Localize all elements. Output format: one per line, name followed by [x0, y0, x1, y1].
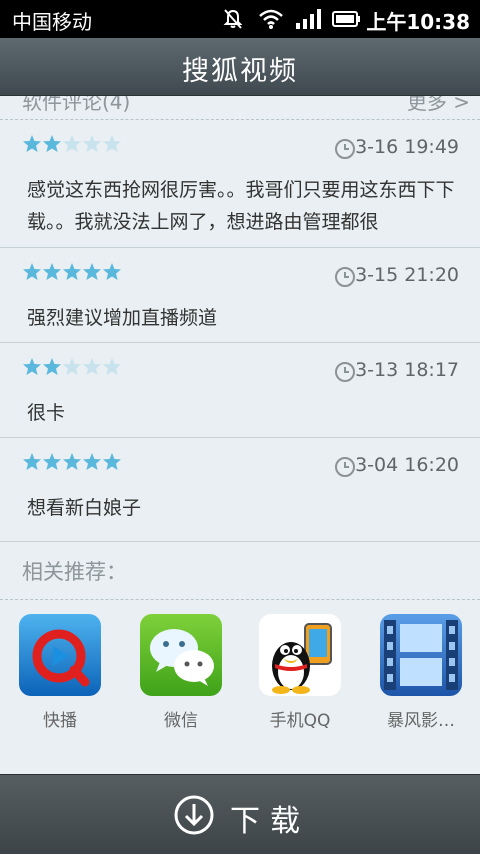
star-empty-icon: [83, 135, 101, 152]
clock-icon: [335, 457, 355, 477]
more-reviews-link[interactable]: 更多 >: [407, 96, 470, 115]
star-filled-icon: [43, 453, 61, 470]
star-rating: [22, 452, 122, 474]
download-label: 下载: [230, 804, 310, 839]
review-text: 强烈建议增加直播频道: [27, 307, 218, 329]
signal-icon: [296, 9, 321, 29]
review-date: 3-04 16:20: [355, 454, 459, 476]
recommended-apps: 快播 微信 手机QQ 暴风影…: [0, 614, 480, 734]
carrier-label: 中国移动: [12, 10, 92, 34]
wifi-icon: [259, 9, 283, 29]
star-empty-icon: [83, 358, 101, 375]
qvod-icon: [19, 614, 101, 696]
wechat-icon: [140, 614, 222, 696]
app-name: 暴风影…: [387, 711, 455, 731]
recommended-app-wechat[interactable]: 微信: [140, 614, 222, 731]
star-filled-icon: [43, 135, 61, 152]
app-name: 快播: [43, 711, 77, 731]
review-date: 3-16 19:49: [355, 136, 459, 158]
star-filled-icon: [83, 263, 101, 280]
baofeng-icon: [380, 614, 462, 696]
star-rating: [22, 262, 122, 284]
title-bar: 搜狐视频: [0, 38, 480, 96]
clock-icon: [335, 139, 355, 159]
star-filled-icon: [103, 453, 121, 470]
star-rating: [22, 134, 122, 156]
status-bar: 中国移动 上午10:38: [0, 0, 480, 38]
star-filled-icon: [43, 263, 61, 280]
star-filled-icon: [23, 135, 41, 152]
review-text: 想看新白娘子: [27, 497, 142, 519]
download-button[interactable]: 下载: [172, 793, 312, 839]
notifications-muted-icon: [223, 9, 243, 29]
clock-time: 上午10:38: [366, 10, 470, 34]
star-empty-icon: [103, 358, 121, 375]
review-date: 3-13 18:17: [355, 359, 459, 381]
star-filled-icon: [63, 263, 81, 280]
recommended-app-baofeng[interactable]: 暴风影…: [380, 614, 462, 731]
download-icon: [174, 795, 214, 835]
reviews-section-label: 软件评论(4): [22, 96, 131, 114]
clock-icon: [335, 267, 355, 287]
star-filled-icon: [43, 358, 61, 375]
star-filled-icon: [63, 453, 81, 470]
review-item: 3-13 18:17 很卡: [0, 343, 480, 438]
recommend-header: 相关推荐：: [0, 542, 480, 600]
recommended-app-qvod[interactable]: 快播: [19, 614, 101, 731]
star-rating: [22, 357, 122, 379]
review-text: 感觉这东西抢网很厉害。。我哥们只要用这东西下下载。。我就没法上网了，想进路由管理…: [27, 179, 455, 233]
recommend-label: 相关推荐：: [22, 560, 127, 584]
review-item: 3-16 19:49 感觉这东西抢网很厉害。。我哥们只要用这东西下下载。。我就没…: [0, 120, 480, 248]
star-empty-icon: [63, 135, 81, 152]
review-date: 3-15 21:20: [355, 264, 459, 286]
review-text: 很卡: [27, 402, 66, 424]
reviews-section-header: 软件评论(4) 更多 >: [0, 96, 480, 120]
bottom-bar: 下载: [0, 774, 480, 854]
star-filled-icon: [103, 263, 121, 280]
star-filled-icon: [23, 263, 41, 280]
app-name: 微信: [164, 711, 198, 731]
star-filled-icon: [23, 358, 41, 375]
recommended-app-qq[interactable]: 手机QQ: [259, 614, 341, 731]
review-item: 3-04 16:20 想看新白娘子: [0, 438, 480, 542]
clock-icon: [335, 362, 355, 382]
content-area[interactable]: 软件评论(4) 更多 > 3-16 19:49 感觉这东西抢网很厉害。。我哥们只…: [0, 96, 480, 774]
page-title: 搜狐视频: [182, 56, 298, 87]
battery-icon: [332, 11, 360, 27]
star-filled-icon: [83, 453, 101, 470]
star-empty-icon: [103, 135, 121, 152]
star-filled-icon: [23, 453, 41, 470]
app-name: 手机QQ: [269, 711, 331, 731]
qq-icon: [259, 614, 341, 696]
star-empty-icon: [63, 358, 81, 375]
review-item: 3-15 21:20 强烈建议增加直播频道: [0, 248, 480, 343]
